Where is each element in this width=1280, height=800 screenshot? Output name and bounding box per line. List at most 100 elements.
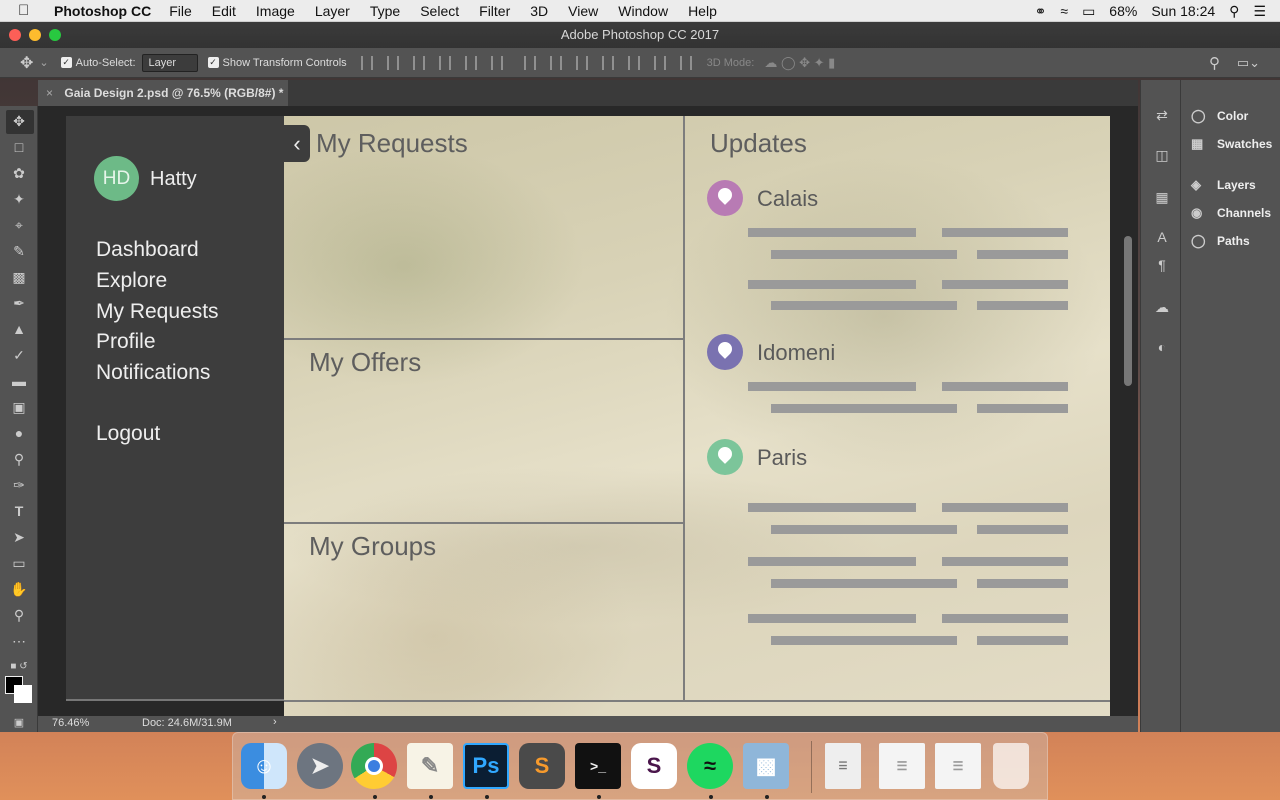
blur-tool-icon[interactable]: ● xyxy=(8,422,30,444)
background-color-swatch[interactable] xyxy=(14,685,32,703)
menu-layer[interactable]: Layer xyxy=(315,3,350,19)
minimize-button[interactable] xyxy=(29,29,41,41)
menu-edit[interactable]: Edit xyxy=(212,3,236,19)
vertical-scrollbar[interactable] xyxy=(1124,236,1132,386)
creative-cloud-icon[interactable]: ⚭ xyxy=(1035,3,1047,20)
menu-view[interactable]: View xyxy=(568,3,598,19)
launchpad-icon[interactable]: ➤ xyxy=(297,743,343,789)
distribute-right-icon[interactable] xyxy=(653,55,666,70)
menu-select[interactable]: Select xyxy=(420,3,459,19)
pen-tool-icon[interactable]: ✑ xyxy=(8,474,30,496)
panel-channels[interactable]: ◉ Channels xyxy=(1191,205,1271,221)
menu-type[interactable]: Type xyxy=(370,3,400,19)
slack-icon[interactable]: S xyxy=(631,743,677,789)
apple-icon[interactable]:  xyxy=(18,2,40,19)
preview-icon[interactable]: ▩ xyxy=(743,743,789,789)
menu-help[interactable]: Help xyxy=(688,3,717,19)
chrome-icon[interactable] xyxy=(351,743,397,789)
chevron-right-icon[interactable]: › xyxy=(273,716,277,728)
auto-select-dropdown[interactable]: Layer xyxy=(141,53,198,72)
zoom-tool-icon[interactable]: ⚲ xyxy=(8,604,30,626)
rectangle-tool-icon[interactable]: ▭ xyxy=(8,552,30,574)
zoom-button[interactable] xyxy=(49,29,61,41)
creative-cloud-icon[interactable]: ☁ xyxy=(1151,296,1173,318)
align-hcenter-icon[interactable] xyxy=(464,55,477,70)
lasso-tool-icon[interactable]: ✿ xyxy=(8,162,30,184)
more-tools-icon[interactable]: ⋯ xyxy=(8,630,30,652)
path-selection-tool-icon[interactable]: ➤ xyxy=(8,526,30,548)
align-right-icon[interactable] xyxy=(490,55,503,70)
menu-window[interactable]: Window xyxy=(618,3,668,19)
adjustments-icon[interactable]: ◐ xyxy=(1151,336,1173,358)
align-left-icon[interactable] xyxy=(438,55,451,70)
distribute-bottom-icon[interactable] xyxy=(575,55,588,70)
properties-icon[interactable]: ◫ xyxy=(1151,144,1173,166)
notification-center-icon[interactable]: ☰ xyxy=(1253,3,1266,20)
photoshop-icon[interactable]: Ps xyxy=(463,743,509,789)
magic-wand-tool-icon[interactable]: ✦ xyxy=(8,188,30,210)
menu-image[interactable]: Image xyxy=(256,3,295,19)
zoom-level[interactable]: 76.46% xyxy=(52,717,89,729)
history-icon[interactable]: ⇄ xyxy=(1151,104,1173,126)
move-tool-icon[interactable]: ✥ xyxy=(20,53,33,73)
chevron-down-icon[interactable]: ⌄ xyxy=(39,56,48,69)
close-button[interactable] xyxy=(9,29,21,41)
terminal-icon[interactable]: >_ xyxy=(575,743,621,789)
type-tool-icon[interactable]: T xyxy=(8,500,30,522)
healing-brush-tool-icon[interactable]: ▩ xyxy=(8,266,30,288)
textedit-icon[interactable]: ✎ xyxy=(407,743,453,789)
stamp-tool-icon[interactable]: ▲ xyxy=(8,318,30,340)
document-tab[interactable]: × Gaia Design 2.psd @ 76.5% (RGB/8#) * xyxy=(38,80,288,106)
crop-tool-icon[interactable]: ⌖ xyxy=(8,214,30,236)
spotlight-icon[interactable]: ⚲ xyxy=(1229,3,1239,20)
character-icon[interactable]: A xyxy=(1151,226,1173,248)
align-vcenter-icon[interactable] xyxy=(386,55,399,70)
workspace-icon[interactable]: ▭⌄ xyxy=(1237,55,1260,71)
history-brush-tool-icon[interactable]: ✓ xyxy=(8,344,30,366)
placeholder-line xyxy=(771,636,957,645)
hand-tool-icon[interactable]: ✋ xyxy=(8,578,30,600)
show-transform-checkbox[interactable]: ✓ xyxy=(207,57,219,68)
auto-align-icon[interactable] xyxy=(679,55,692,70)
search-icon[interactable]: ⚲ xyxy=(1209,54,1220,72)
gradient-tool-icon[interactable]: ▣ xyxy=(8,396,30,418)
swap-colors-icon[interactable]: ■ ↺ xyxy=(8,656,30,678)
menu-3d[interactable]: 3D xyxy=(530,3,548,19)
align-bottom-icon[interactable] xyxy=(412,55,425,70)
menu-file[interactable]: File xyxy=(169,3,192,19)
finder-icon[interactable]: ☺ xyxy=(241,743,287,789)
panel-paths[interactable]: ◯ Paths xyxy=(1191,233,1250,249)
menu-filter[interactable]: Filter xyxy=(479,3,510,19)
trash-icon[interactable] xyxy=(993,743,1029,789)
move-tool-icon[interactable]: ✥ xyxy=(8,110,30,132)
battery-percent[interactable]: 68% xyxy=(1109,3,1137,19)
distribute-left-icon[interactable] xyxy=(601,55,614,70)
align-top-icon[interactable] xyxy=(360,55,373,70)
panel-color[interactable]: ◯ Color xyxy=(1191,108,1248,124)
wifi-icon[interactable]: ≈ xyxy=(1060,3,1068,19)
panel-layers[interactable]: ◈ Layers xyxy=(1191,177,1256,193)
airplay-icon[interactable]: ▭ xyxy=(1082,3,1095,20)
eyedropper-tool-icon[interactable]: ✎ xyxy=(8,240,30,262)
placeholder-line xyxy=(977,636,1068,645)
dodge-tool-icon[interactable]: ⚲ xyxy=(8,448,30,470)
panel-swatches[interactable]: ▦ Swatches xyxy=(1191,136,1272,152)
distribute-top-icon[interactable] xyxy=(523,55,536,70)
clock[interactable]: Sun 18:24 xyxy=(1151,3,1215,19)
app-menu[interactable]: Photoshop CC xyxy=(54,3,151,19)
brush-tool-icon[interactable]: ✒ xyxy=(8,292,30,314)
libraries-icon[interactable]: ▦ xyxy=(1151,186,1173,208)
document-icon[interactable]: ☰ xyxy=(879,743,925,789)
distribute-vcenter-icon[interactable] xyxy=(549,55,562,70)
distribute-hcenter-icon[interactable] xyxy=(627,55,640,70)
document-icon[interactable]: ☰ xyxy=(935,743,981,789)
paragraph-icon[interactable]: ¶ xyxy=(1151,254,1173,276)
spotify-icon[interactable]: ≈ xyxy=(687,743,733,789)
marquee-tool-icon[interactable]: □ xyxy=(8,136,30,158)
eraser-tool-icon[interactable]: ▬ xyxy=(8,370,30,392)
quick-mask-icon[interactable]: ▣ xyxy=(8,712,30,734)
sublime-icon[interactable]: S xyxy=(519,743,565,789)
close-tab-icon[interactable]: × xyxy=(46,86,53,100)
auto-select-checkbox[interactable]: ✓ xyxy=(60,57,72,68)
docx-icon[interactable]: ☰ xyxy=(825,743,861,789)
